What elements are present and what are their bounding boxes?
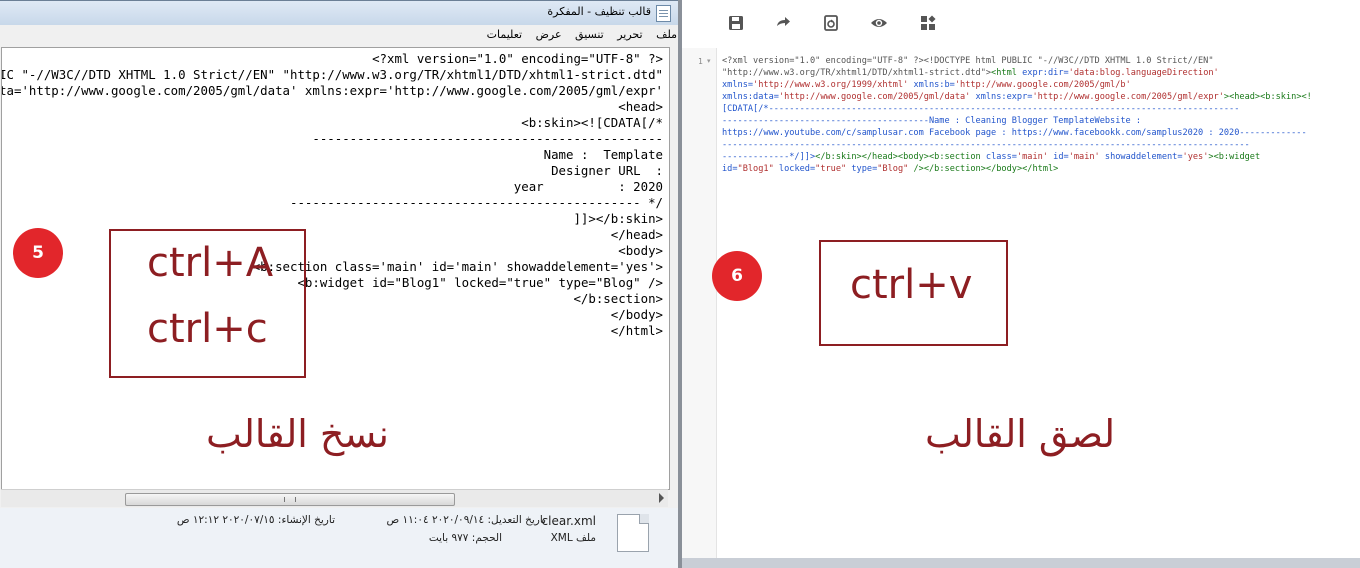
notepad-code-line: Designer URL : <box>551 163 663 178</box>
notepad-code-line: <?xml version="1.0" encoding="UTF-8" ?> <box>372 51 663 66</box>
file-size: الحجم: ٩٧٧ بايت <box>428 532 502 544</box>
notepad-icon <box>656 5 671 22</box>
editor-toolbar <box>682 0 1360 48</box>
notepad-code-line: </b:section> <box>573 291 663 306</box>
editor-code-line: "http://www.w3.org/TR/xhtml1/DTD/xhtml1-… <box>722 68 1219 78</box>
menu-edit[interactable]: تحرير <box>617 28 642 41</box>
file-modified-date: تاريخ التعديل: ٢٠٢٠/٠٩/١٤ ١١:٠٤ ص <box>386 514 546 526</box>
editor-code-line: ----------------------------------------… <box>722 140 1250 150</box>
notepad-title: قالب تنظيف - المفكرة <box>547 5 651 18</box>
editor-code-line: https://www.youtube.com/c/samplusar.com … <box>722 128 1307 138</box>
scrollbar-thumb[interactable] <box>125 493 455 506</box>
editor-code-line: xmlns='http://www.w3.org/1999/xhtml' xml… <box>722 80 1131 90</box>
redo-arrow-icon[interactable] <box>774 14 792 32</box>
xml-file-icon <box>617 514 649 552</box>
notepad-code-line: Name : Template <box>543 147 663 162</box>
eye-icon[interactable] <box>870 14 888 32</box>
notepad-title-bar[interactable]: قالب تنظيف - المفكرة <box>0 1 679 25</box>
notepad-code-line: <head> <box>618 99 663 114</box>
menu-help[interactable]: تعليمات <box>487 28 522 41</box>
menu-view[interactable]: عرض <box>536 28 562 41</box>
notepad-code-line: year : 2020 <box>513 179 663 194</box>
notepad-code-line: ----------------------------------------… <box>290 195 663 210</box>
widget-grid-icon[interactable] <box>919 14 937 32</box>
line-number: 1 <box>698 57 703 66</box>
notepad-code-line: <!DOCTYPE html PUBLIC "-//W3C//DTD XHTML… <box>2 67 663 82</box>
step-6-badge: 6 <box>712 251 762 301</box>
notepad-code-line: <html expr:dir='data:blog.languageDirect… <box>2 83 663 98</box>
notepad-code-line: ----------------------------------------… <box>312 131 663 146</box>
format-refresh-icon[interactable] <box>822 14 840 32</box>
left-panel: قالب تنظيف - المفكرة ملف تحرير تنسيق عرض… <box>0 0 680 568</box>
editor-gutter: 1 ▾ <box>682 48 717 558</box>
notepad-code-line: <b:skin><![CDATA[/* <box>521 115 663 130</box>
step-5-badge: 5 <box>13 228 63 278</box>
notepad-code-line: </body> <box>610 307 663 322</box>
floppy-disk-icon[interactable] <box>727 14 745 32</box>
editor-code-line: -------------*/]]></b:skin></head><body>… <box>722 152 1261 162</box>
notepad-code-line: <b:section class='main' id='main' showad… <box>252 259 663 274</box>
notepad-code-line: </html> <box>610 323 663 338</box>
ctrl-c-label: ctrl+c <box>147 306 268 352</box>
editor-code-line: [CDATA[/*-------------------------------… <box>722 104 1240 114</box>
notepad-code-line: <b:widget id="Blog1" locked="true" type=… <box>297 275 663 290</box>
editor-bottom-edge <box>682 558 1360 568</box>
editor-code-line: xmlns:data='http://www.google.com/2005/g… <box>722 92 1312 102</box>
file-type: ملف XML <box>550 532 596 544</box>
editor-code-line: <?xml version="1.0" encoding="UTF-8" ?><… <box>722 56 1214 66</box>
right-panel: 1 ▾ <?xml version="1.0" encoding="UTF-8"… <box>682 0 1360 568</box>
menu-format[interactable]: تنسيق <box>575 28 604 41</box>
ctrl-v-label: ctrl+v <box>850 262 973 308</box>
editor-code-line: ----------------------------------------… <box>722 116 1142 126</box>
notepad-code-line: <body> <box>618 243 663 258</box>
notepad-code-line: </head> <box>610 227 663 242</box>
file-created-date: تاريخ الإنشاء: ٢٠٢٠/٠٧/١٥ ١٢:١٢ ص <box>176 514 335 526</box>
notepad-menu-bar: ملف تحرير تنسيق عرض تعليمات <box>477 28 677 46</box>
notepad-code-line: ]]></b:skin> <box>573 211 663 226</box>
editor-code-line: id="Blog1" locked="true" type="Blog" /><… <box>722 164 1059 174</box>
menu-file[interactable]: ملف <box>656 28 677 41</box>
paste-template-caption: لصق القالب <box>925 412 1116 456</box>
fold-arrow-icon[interactable]: ▾ <box>707 57 711 65</box>
copy-template-caption: نسخ القالب <box>206 412 389 456</box>
ctrl-a-label: ctrl+A <box>147 240 274 286</box>
file-name: clear.xml <box>541 514 596 528</box>
scroll-right-arrow-icon[interactable] <box>659 493 664 503</box>
horizontal-scrollbar[interactable] <box>1 489 668 507</box>
